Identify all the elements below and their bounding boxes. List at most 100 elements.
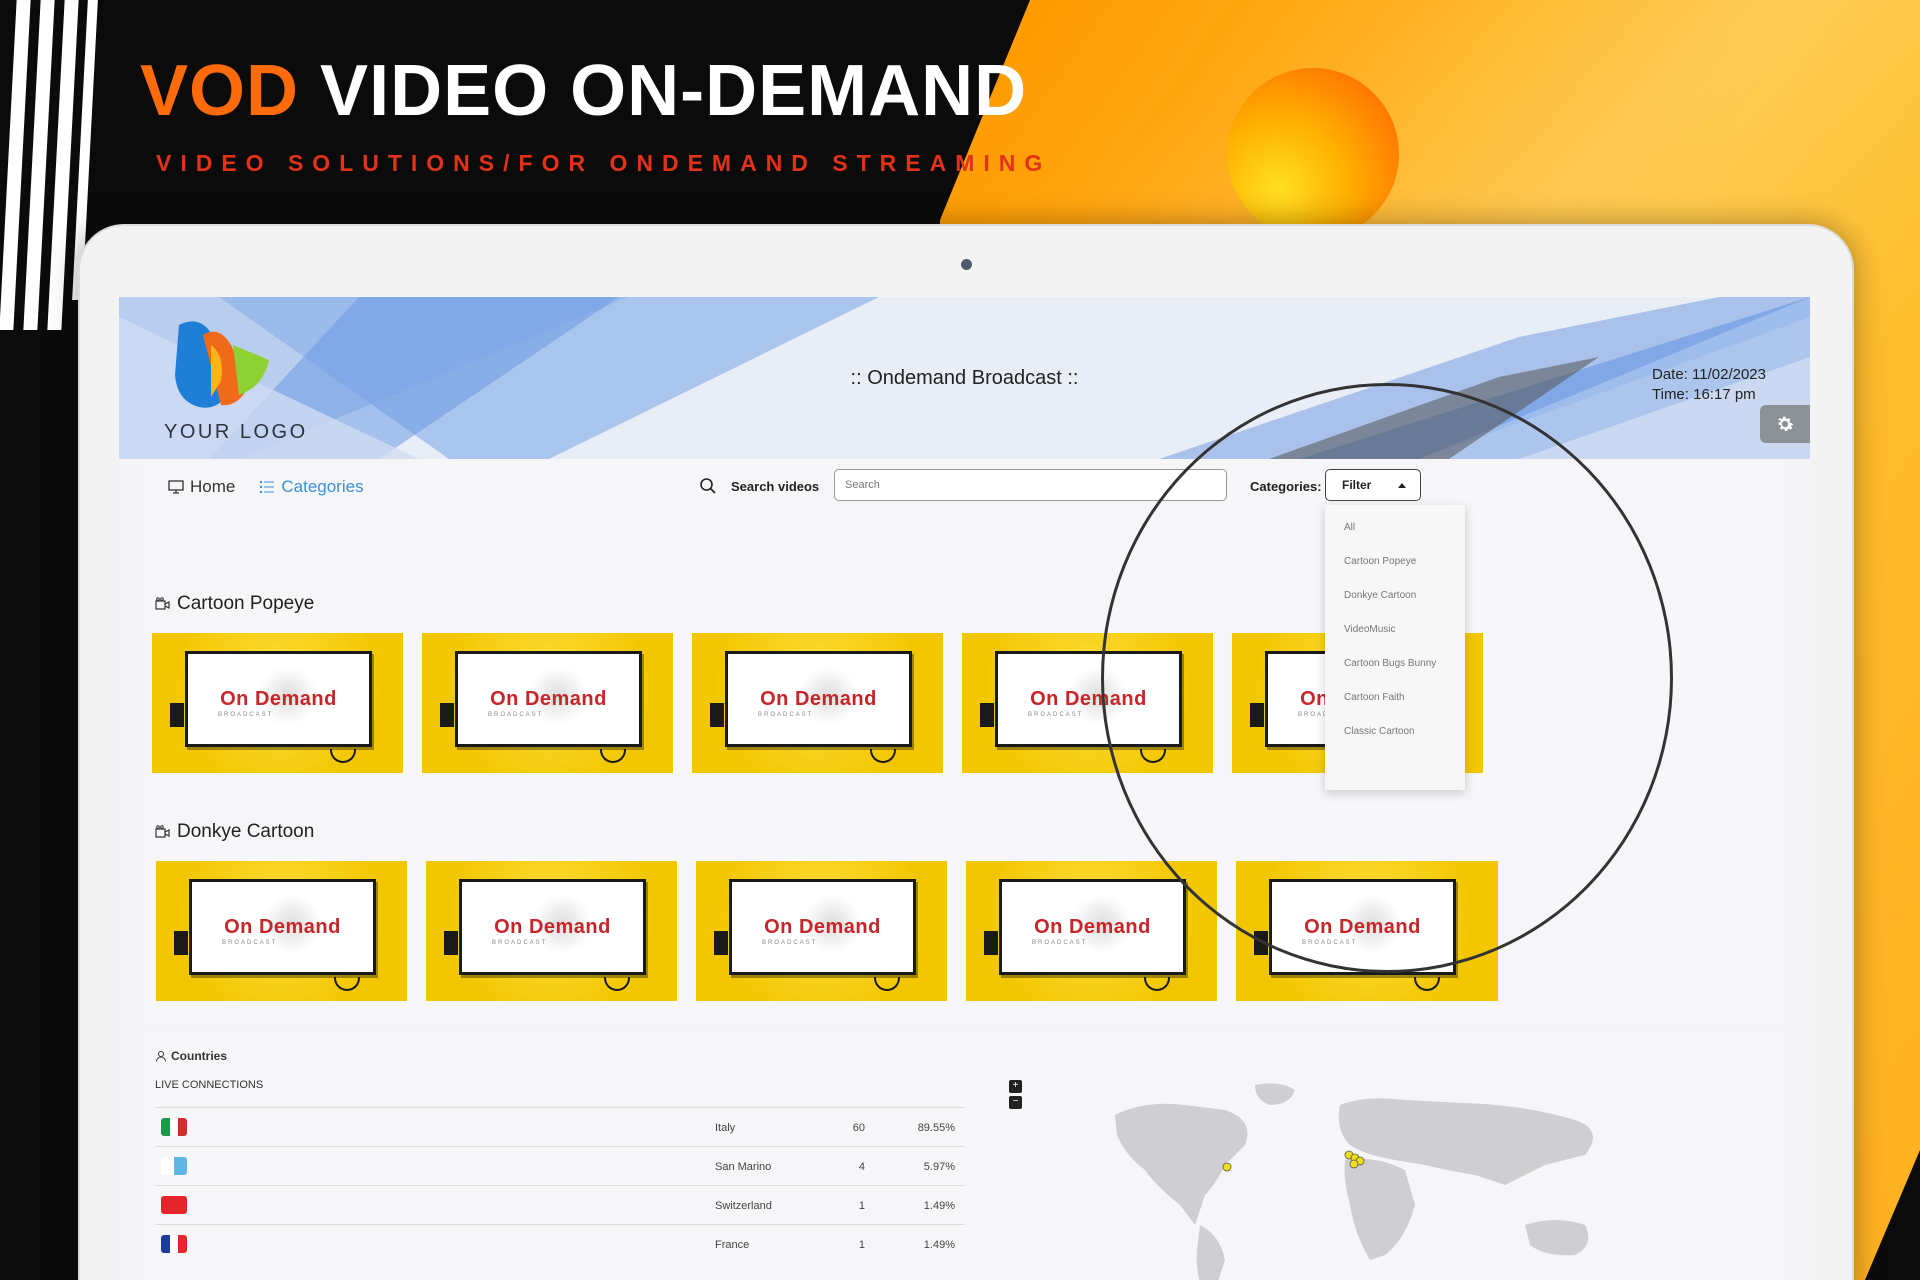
thumbnail-subtitle: BROADCAST (488, 712, 544, 718)
tv-screen: On Demand BROADCAST (455, 651, 642, 747)
thumbnail-title: On Demand (490, 688, 607, 710)
zoom-in-button[interactable]: + (1009, 1080, 1022, 1093)
country-name: San Marino (715, 1161, 772, 1173)
hero-title: VOD VIDEO ON-DEMAND (140, 50, 1027, 132)
caret-up-icon (1398, 482, 1406, 488)
nav-categories-label: Categories (281, 477, 364, 496)
tv-cable (870, 749, 896, 763)
nav-categories[interactable]: Categories (259, 477, 364, 497)
thumbnail-subtitle: BROADCAST (1032, 940, 1088, 946)
country-name: Switzerland (715, 1200, 772, 1212)
video-thumbnail[interactable]: On Demand BROADCAST (422, 633, 673, 773)
section-title-label: Cartoon Popeye (177, 593, 315, 614)
hero-title-accent: VOD (140, 51, 300, 131)
video-thumbnail[interactable]: On Demand BROADCAST (1236, 861, 1498, 1001)
search-label-group: Search videos (699, 477, 819, 495)
app-screen: YOUR LOGO :: Ondemand Broadcast :: Date:… (119, 297, 1810, 1280)
video-thumbnail[interactable]: On Demand BROADCAST (426, 861, 677, 1001)
countries-heading: Countries (155, 1049, 227, 1063)
section-title-label: Donkye Cartoon (177, 821, 315, 842)
filter-dropdown-button[interactable]: Filter (1325, 469, 1421, 501)
tv-stand (444, 931, 458, 955)
thumbnail-title: On Demand (220, 688, 337, 710)
tv-cable (330, 749, 356, 763)
tv-screen: On Demand BROADCAST (1269, 879, 1456, 975)
section-title-donkye-cartoon: Donkye Cartoon (155, 821, 314, 843)
settings-button[interactable] (1760, 405, 1810, 443)
thumbnail-subtitle: BROADCAST (1302, 940, 1358, 946)
user-icon (156, 1051, 166, 1062)
tv-stand (984, 931, 998, 955)
country-name: France (715, 1239, 750, 1251)
thumbnail-subtitle: BROADCAST (758, 712, 814, 718)
country-flag-icon (161, 1157, 187, 1175)
map-landmass (1115, 1083, 1593, 1280)
nav-home-label: Home (190, 477, 236, 496)
thumbnail-subtitle: BROADCAST (222, 940, 278, 946)
tv-cable (334, 977, 360, 991)
thumbnail-title: On Demand (764, 916, 881, 938)
header-banner: YOUR LOGO :: Ondemand Broadcast :: Date:… (119, 297, 1810, 459)
date-text: Date: 11/02/2023 (1652, 366, 1766, 383)
video-thumbnail[interactable]: On Demand BROADCAST (962, 633, 1213, 773)
thumbnail-title: On Demand (224, 916, 341, 938)
hero-subtitle: VIDEO SOLUTIONS/FOR ONDEMAND STREAMING (156, 150, 1052, 176)
filter-option[interactable]: Cartoon Faith (1325, 689, 1465, 723)
tv-screen: On Demand BROADCAST (729, 879, 916, 975)
filter-option[interactable]: VideoMusic (1325, 621, 1465, 655)
page-title: :: Ondemand Broadcast :: (850, 367, 1079, 389)
live-connections-label: LIVE CONNECTIONS (155, 1079, 264, 1091)
filter-dropdown-menu: All Cartoon Popeye Donkye Cartoon VideoM… (1325, 505, 1465, 790)
video-thumbnail[interactable]: On Demand BROADCAST (156, 861, 407, 1001)
tv-screen: On Demand BROADCAST (999, 879, 1186, 975)
thumbnail-subtitle: BROADCAST (218, 712, 274, 718)
video-thumbnail[interactable]: On Demand BROADCAST (966, 861, 1217, 1001)
tv-cable (604, 977, 630, 991)
tv-screen: On Demand BROADCAST (185, 651, 372, 747)
video-camera-icon (155, 597, 170, 610)
decorative-sun (1227, 68, 1399, 240)
tv-screen: On Demand BROADCAST (725, 651, 912, 747)
connection-markers (1222, 1150, 1365, 1172)
map-zoom-controls: + − (1009, 1080, 1023, 1112)
time-text: Time: 16:17 pm (1652, 386, 1756, 403)
filter-option[interactable]: All (1325, 519, 1465, 553)
video-thumbnail[interactable]: On Demand BROADCAST (152, 633, 403, 773)
tv-cable (874, 977, 900, 991)
filter-option[interactable]: Cartoon Popeye (1325, 553, 1465, 587)
thumbnail-subtitle: BROADCAST (762, 940, 818, 946)
filter-option[interactable]: Cartoon Bugs Bunny (1325, 655, 1465, 689)
tv-stand (1250, 703, 1264, 727)
zoom-out-button[interactable]: − (1009, 1096, 1022, 1109)
thumbnail-title: On Demand (494, 916, 611, 938)
filter-option[interactable]: Classic Cartoon (1325, 723, 1465, 757)
thumbnail-title: On Demand (1030, 688, 1147, 710)
nav-home[interactable]: Home (168, 477, 235, 497)
table-row: Switzerland 1 1.49% (155, 1185, 965, 1224)
monitor-icon (168, 480, 184, 494)
thumbnail-subtitle: BROADCAST (1028, 712, 1084, 718)
search-label: Search videos (731, 478, 820, 494)
table-row: Italy 60 89.55% (155, 1107, 965, 1146)
webcam (961, 259, 972, 270)
countries-table: Italy 60 89.55% San Marino 4 5.97% Switzerland… (155, 1107, 965, 1263)
video-thumbnail[interactable]: On Demand BROADCAST (692, 633, 943, 773)
thumbnail-title: On Demand (1034, 916, 1151, 938)
search-input[interactable] (834, 469, 1227, 501)
tv-cable (1140, 749, 1166, 763)
categories-filter-label: Categories: (1250, 479, 1322, 494)
country-name: Italy (715, 1122, 736, 1134)
main-nav: Home Categories (168, 477, 364, 497)
video-row-donkye-cartoon: On Demand BROADCAST On Demand BROADCAST On D… (156, 861, 1498, 1001)
video-thumbnail[interactable]: On Demand BROADCAST (696, 861, 947, 1001)
filter-option[interactable]: Donkye Cartoon (1325, 587, 1465, 621)
table-row: France 1 1.49% (155, 1224, 965, 1263)
connection-count: 1 (858, 1239, 865, 1251)
world-map[interactable] (1105, 1075, 1635, 1280)
tv-cable (600, 749, 626, 763)
tv-screen: On Demand BROADCAST (189, 879, 376, 975)
list-icon (260, 481, 275, 493)
tv-stand (170, 703, 184, 727)
table-row: San Marino 4 5.97% (155, 1146, 965, 1185)
tv-stand (440, 703, 454, 727)
